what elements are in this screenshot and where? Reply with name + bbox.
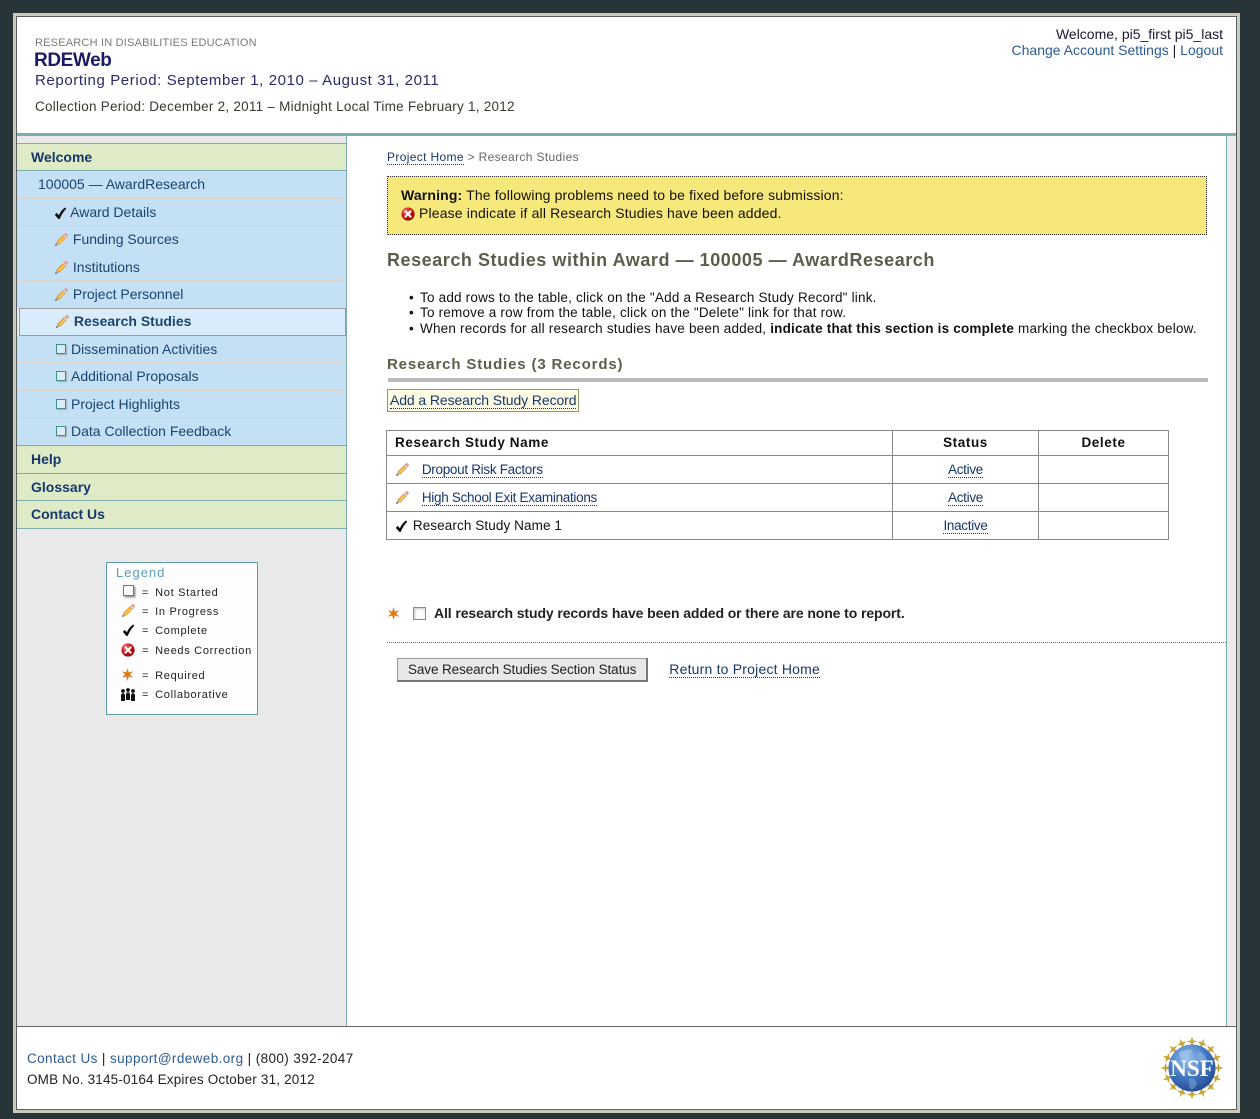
svg-text:NSF: NSF [1170,1056,1213,1081]
